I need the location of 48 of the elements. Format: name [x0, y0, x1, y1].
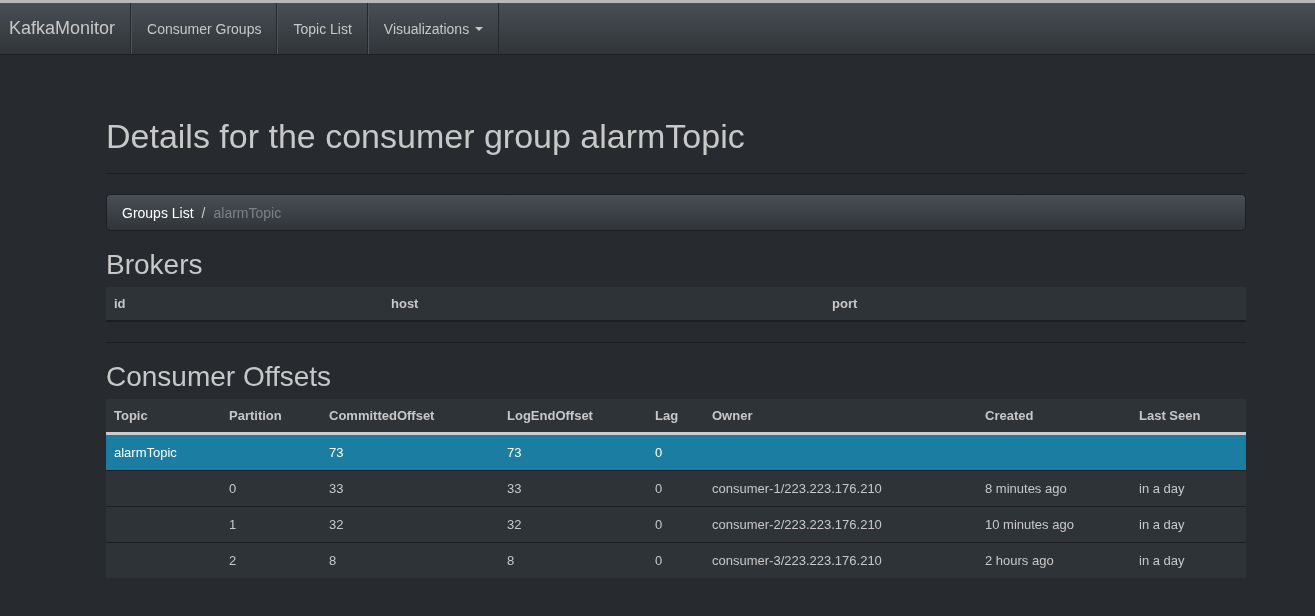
breadcrumb-item: alarmTopic — [213, 204, 282, 221]
table-cell[interactable]: 0 — [647, 542, 704, 578]
table-cell[interactable]: 0 — [647, 433, 704, 471]
column-header: port — [824, 287, 1246, 321]
column-header: Topic — [106, 399, 221, 434]
table-cell[interactable]: 8 — [499, 542, 647, 578]
column-header: Lag — [647, 399, 704, 434]
column-header: LogEndOffset — [499, 399, 647, 434]
nav-link[interactable]: Visualizations — [367, 3, 500, 54]
table-cell[interactable]: consumer-1/223.223.176.210 — [704, 470, 977, 507]
table-cell[interactable]: 8 minutes ago — [977, 470, 1131, 507]
table-cell[interactable]: 2 hours ago — [977, 542, 1131, 578]
table-cell[interactable]: 33 — [321, 470, 499, 507]
table-cell[interactable]: in a day — [1131, 542, 1246, 578]
section-heading: Consumer Offsets — [106, 361, 333, 393]
column-header: Partition — [221, 399, 321, 434]
section-heading: Brokers — [106, 249, 204, 281]
brand-link[interactable]: KafkaMonitor — [0, 3, 132, 54]
page-title: Details for the consumer group alarmTopic — [106, 115, 1246, 174]
column-header: CommittedOffset — [321, 399, 499, 434]
nav-link[interactable]: Consumer Groups — [131, 3, 278, 54]
table-cell[interactable]: 8 — [321, 542, 499, 578]
breadcrumb-item[interactable]: Groups List — [122, 204, 194, 221]
table-cell[interactable]: 1 — [221, 506, 321, 543]
table-cell[interactable]: 10 minutes ago — [977, 506, 1131, 543]
table-cell[interactable]: 2 — [221, 542, 321, 578]
table-cell[interactable]: 33 — [499, 470, 647, 507]
column-header: Last Seen — [1131, 399, 1246, 434]
table-cell[interactable]: 32 — [321, 506, 499, 543]
column-header: Owner — [704, 399, 977, 434]
table-cell[interactable]: 0 — [647, 506, 704, 543]
table-cell[interactable]: in a day — [1131, 506, 1246, 543]
table-cell[interactable]: consumer-3/223.223.176.210 — [704, 542, 977, 578]
table-cell[interactable]: 73 — [321, 433, 499, 471]
table-cell[interactable]: in a day — [1131, 470, 1246, 507]
nav-link[interactable]: Topic List — [277, 3, 368, 54]
table-cell[interactable]: 0 — [647, 470, 704, 507]
table-cell[interactable]: 32 — [499, 506, 647, 543]
table-cell[interactable]: alarmTopic — [106, 433, 221, 471]
caret-icon — [475, 26, 484, 31]
table-cell[interactable]: 0 — [221, 470, 321, 507]
breadcrumb-separator: / — [200, 204, 207, 221]
table-cell[interactable] — [106, 470, 221, 507]
table-cell[interactable]: consumer-2/223.223.176.210 — [704, 506, 977, 543]
column-header: Created — [977, 399, 1131, 434]
column-header: host — [383, 287, 824, 321]
table-cell[interactable]: 73 — [499, 433, 647, 471]
column-header: id — [106, 287, 383, 321]
